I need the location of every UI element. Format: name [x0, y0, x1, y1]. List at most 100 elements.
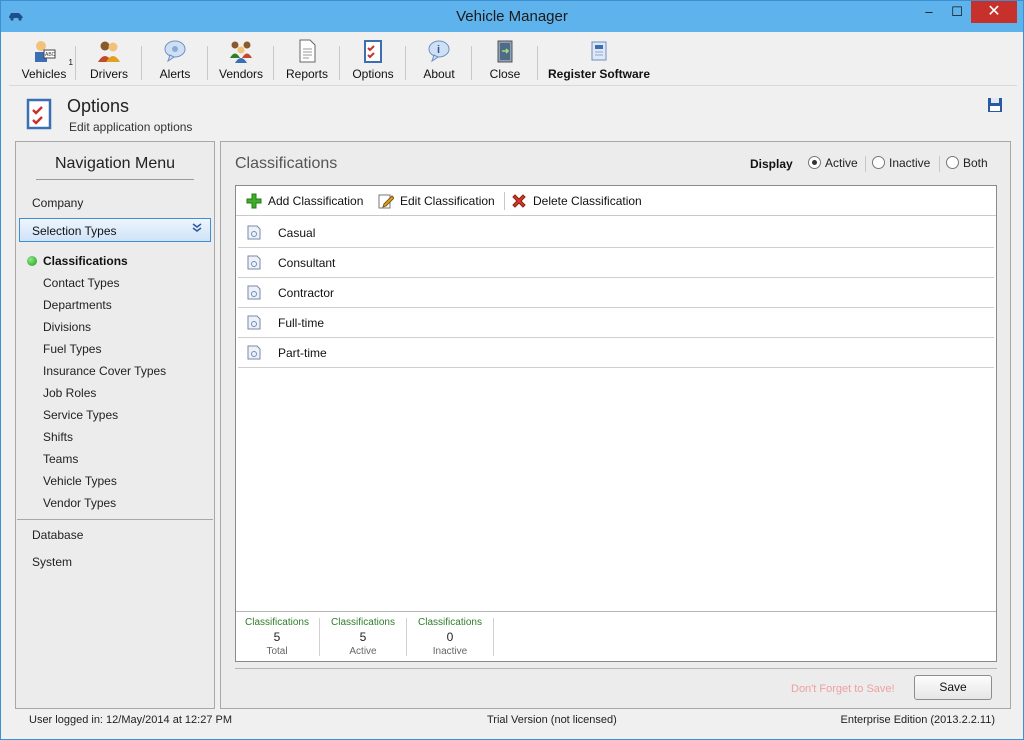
close-window-button[interactable]: ✕ [971, 1, 1017, 23]
classification-stats: Classifications 5 Total Classifications … [236, 611, 996, 661]
toolbar-separator [405, 46, 406, 80]
nav-item-service-types[interactable]: Service Types [43, 408, 118, 422]
document-icon [247, 285, 261, 300]
section-title: Classifications [235, 155, 338, 172]
page-title: Options [67, 96, 130, 116]
toolbar-reports-button[interactable]: Reports [285, 38, 329, 84]
delete-classification-button[interactable]: Delete Classification [511, 193, 642, 209]
display-label: Display [750, 157, 793, 171]
toolbar-alerts-button[interactable]: Alerts [155, 38, 195, 84]
radio-both[interactable]: Both [946, 156, 988, 170]
stat-total: Classifications 5 Total [245, 617, 309, 657]
double-chevron-icon [192, 222, 202, 237]
app-window: Vehicle Manager – ☐ ✕ ABC Vehicles 1 Dri… [0, 0, 1024, 740]
title-bar[interactable]: Vehicle Manager – ☐ ✕ [1, 1, 1023, 32]
nav-item-fuel-types[interactable]: Fuel Types [43, 342, 101, 356]
toolbar-vehicles-button[interactable]: ABC Vehicles 1 [21, 38, 73, 84]
toolbar-separator [339, 46, 340, 80]
delete-icon [512, 194, 526, 208]
edit-classification-button[interactable]: Edit Classification [378, 193, 495, 209]
display-filter: Display Active Inactive Both [750, 156, 1000, 174]
toolbar-separator [471, 46, 472, 80]
reports-icon [299, 39, 316, 63]
nav-system[interactable]: System [32, 555, 72, 569]
toolbar-register-button[interactable]: Register Software [545, 38, 653, 84]
page-subtitle: Edit application options [69, 120, 193, 134]
radio-selected-icon [808, 156, 821, 169]
nav-item-divisions[interactable]: Divisions [43, 320, 91, 334]
main-panel: Classifications Display Active Inactive … [220, 141, 1011, 709]
toolbar-vendors-button[interactable]: Vendors [219, 38, 263, 84]
stat-separator [493, 618, 494, 656]
toolbar-separator [207, 46, 208, 80]
edit-icon [378, 194, 394, 209]
vehicles-icon: ABC [35, 41, 56, 62]
toolbar-separator [141, 46, 142, 80]
vehicles-count-badge: 1 [68, 58, 73, 67]
toolbar-close-button[interactable]: Close [483, 38, 527, 84]
radio-unselected-icon [946, 156, 959, 169]
alerts-icon [164, 40, 186, 63]
radio-separator [865, 156, 866, 172]
drivers-icon [98, 41, 120, 62]
nav-item-departments[interactable]: Departments [43, 298, 112, 312]
options-icon [364, 40, 382, 63]
minimize-button[interactable]: – [915, 1, 943, 23]
nav-item-shifts[interactable]: Shifts [43, 430, 73, 444]
register-icon [591, 41, 607, 61]
add-classification-button[interactable]: Add Classification [246, 193, 363, 209]
status-edition: Enterprise Edition (2013.2.2.11) [840, 714, 996, 726]
status-user-login: User logged in: 12/May/2014 at 12:27 PM [29, 714, 233, 726]
nav-database[interactable]: Database [32, 528, 83, 542]
document-icon [247, 225, 261, 240]
list-item[interactable]: Full-time [238, 308, 994, 338]
navigation-title: Navigation Menu [36, 155, 194, 180]
stat-separator [406, 618, 407, 656]
add-icon [246, 193, 262, 209]
toolbar-drivers-button[interactable]: Drivers [87, 38, 131, 84]
nav-item-classifications[interactable]: Classifications [43, 254, 128, 268]
svg-text:i: i [437, 44, 440, 56]
radio-unselected-icon [872, 156, 885, 169]
status-bar: User logged in: 12/May/2014 at 12:27 PM … [9, 711, 1017, 731]
about-icon: i [428, 40, 450, 63]
options-header-icon [26, 98, 52, 130]
toolbar-separator [537, 46, 538, 80]
close-door-icon [497, 40, 513, 63]
nav-item-vehicle-types[interactable]: Vehicle Types [43, 474, 117, 488]
nav-item-insurance-cover-types[interactable]: Insurance Cover Types [43, 364, 166, 378]
document-icon [247, 345, 261, 360]
radio-active[interactable]: Active [808, 156, 858, 170]
window-title: Vehicle Manager [456, 8, 568, 25]
list-item[interactable]: Contractor [238, 278, 994, 308]
radio-separator [939, 156, 940, 172]
svg-text:ABC: ABC [45, 52, 56, 58]
nav-divider [17, 519, 213, 520]
toolbar-options-button[interactable]: Options [351, 38, 395, 84]
nav-item-teams[interactable]: Teams [43, 452, 78, 466]
list-item[interactable]: Consultant [238, 248, 994, 278]
radio-inactive[interactable]: Inactive [872, 156, 930, 170]
action-separator [504, 192, 505, 210]
classifications-list: Add Classification Edit Classification D… [235, 185, 997, 662]
list-item[interactable]: Casual [238, 218, 994, 248]
nav-item-contact-types[interactable]: Contact Types [43, 276, 120, 290]
nav-group-selection-types[interactable]: Selection Types [19, 218, 211, 242]
status-license: Trial Version (not licensed) [487, 714, 617, 726]
stat-active: Classifications 5 Active [331, 617, 395, 657]
active-item-indicator-icon [27, 256, 37, 266]
toolbar-separator [75, 46, 76, 80]
maximize-button[interactable]: ☐ [943, 1, 971, 23]
nav-item-vendor-types[interactable]: Vendor Types [43, 496, 116, 510]
toolbar-separator [273, 46, 274, 80]
main-divider [235, 668, 997, 669]
page-header: Options Edit application options [9, 87, 1017, 137]
nav-item-job-roles[interactable]: Job Roles [43, 386, 96, 400]
toolbar-about-button[interactable]: i About [419, 38, 459, 84]
save-button[interactable]: Save [914, 675, 992, 700]
list-item[interactable]: Part-time [238, 338, 994, 368]
nav-company[interactable]: Company [32, 196, 83, 210]
main-toolbar: ABC Vehicles 1 Drivers Alerts Vendors Re… [9, 32, 1017, 86]
navigation-panel: Navigation Menu Company Selection Types … [15, 141, 215, 709]
save-icon[interactable] [987, 97, 1003, 113]
